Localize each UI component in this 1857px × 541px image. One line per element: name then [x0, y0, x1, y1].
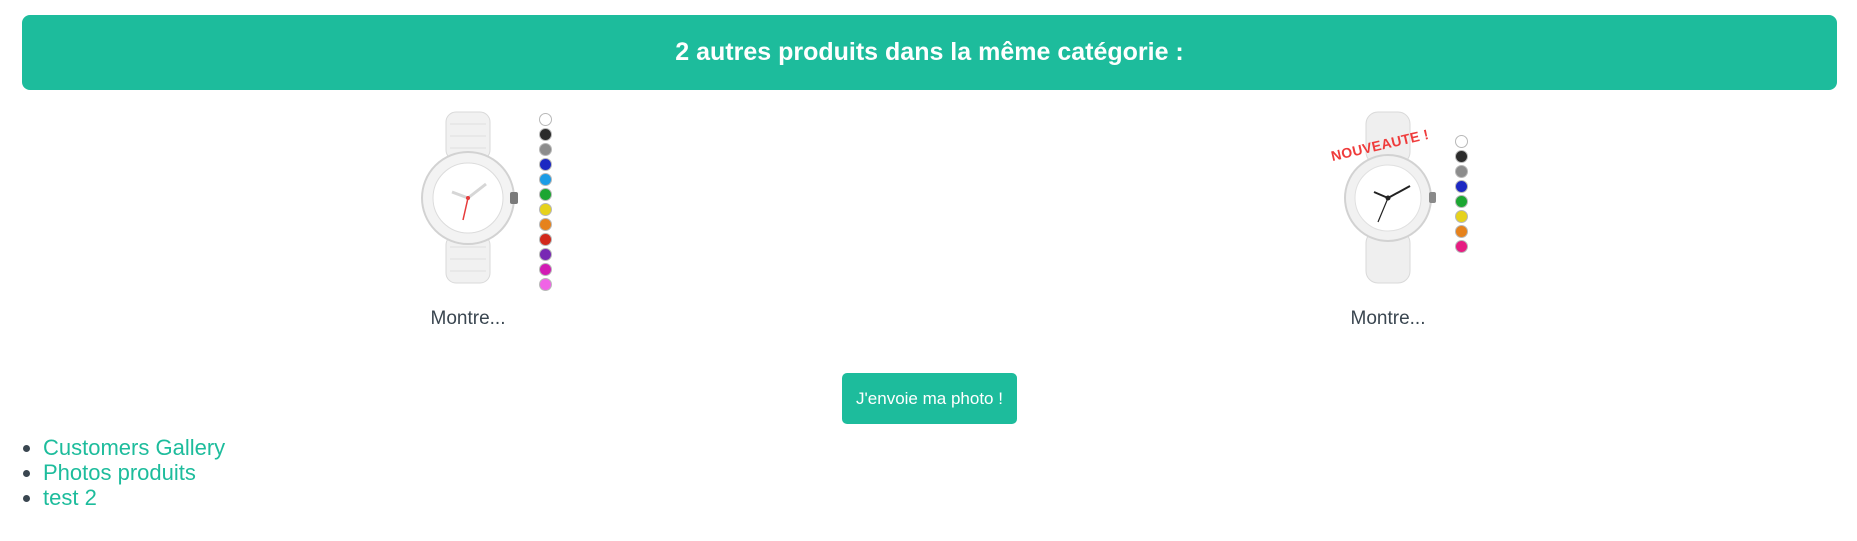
- color-swatch[interactable]: [1455, 150, 1468, 163]
- color-swatch[interactable]: [539, 173, 552, 186]
- color-swatch[interactable]: [1455, 225, 1468, 238]
- list-item: Customers Gallery: [43, 435, 225, 460]
- color-swatch[interactable]: [1455, 165, 1468, 178]
- product-name-link[interactable]: Montre...: [1288, 308, 1488, 330]
- color-swatch[interactable]: [539, 263, 552, 276]
- color-swatch[interactable]: [539, 113, 552, 126]
- color-swatch[interactable]: [1455, 240, 1468, 253]
- product-card[interactable]: NOUVEAUTE ! Montre...: [1288, 110, 1488, 340]
- list-item: test 2: [43, 485, 225, 510]
- color-swatch[interactable]: [1455, 135, 1468, 148]
- color-swatch[interactable]: [539, 233, 552, 246]
- color-swatch[interactable]: [539, 143, 552, 156]
- related-products-banner: 2 autres produits dans la même catégorie…: [22, 15, 1837, 90]
- color-swatch[interactable]: [539, 158, 552, 171]
- color-swatch[interactable]: [539, 278, 552, 291]
- gallery-link[interactable]: Customers Gallery: [43, 435, 225, 460]
- banner-title: 2 autres produits dans la même catégorie…: [675, 38, 1184, 66]
- gallery-link[interactable]: test 2: [43, 485, 97, 510]
- product-name-link[interactable]: Montre...: [368, 308, 568, 330]
- color-swatch[interactable]: [539, 218, 552, 231]
- color-swatches: [539, 113, 552, 291]
- list-item: Photos produits: [43, 460, 225, 485]
- product-card[interactable]: Montre...: [368, 110, 568, 340]
- color-swatch[interactable]: [1455, 180, 1468, 193]
- color-swatch[interactable]: [539, 188, 552, 201]
- gallery-link[interactable]: Photos produits: [43, 460, 196, 485]
- color-swatch[interactable]: [1455, 210, 1468, 223]
- watch-image[interactable]: [418, 110, 518, 285]
- color-swatch[interactable]: [539, 248, 552, 261]
- color-swatches: [1455, 135, 1468, 253]
- color-swatch[interactable]: [1455, 195, 1468, 208]
- send-photo-button[interactable]: J'envoie ma photo !: [842, 373, 1017, 424]
- gallery-links: Customers Gallery Photos produits test 2: [22, 435, 225, 510]
- color-swatch[interactable]: [539, 203, 552, 216]
- color-swatch[interactable]: [539, 128, 552, 141]
